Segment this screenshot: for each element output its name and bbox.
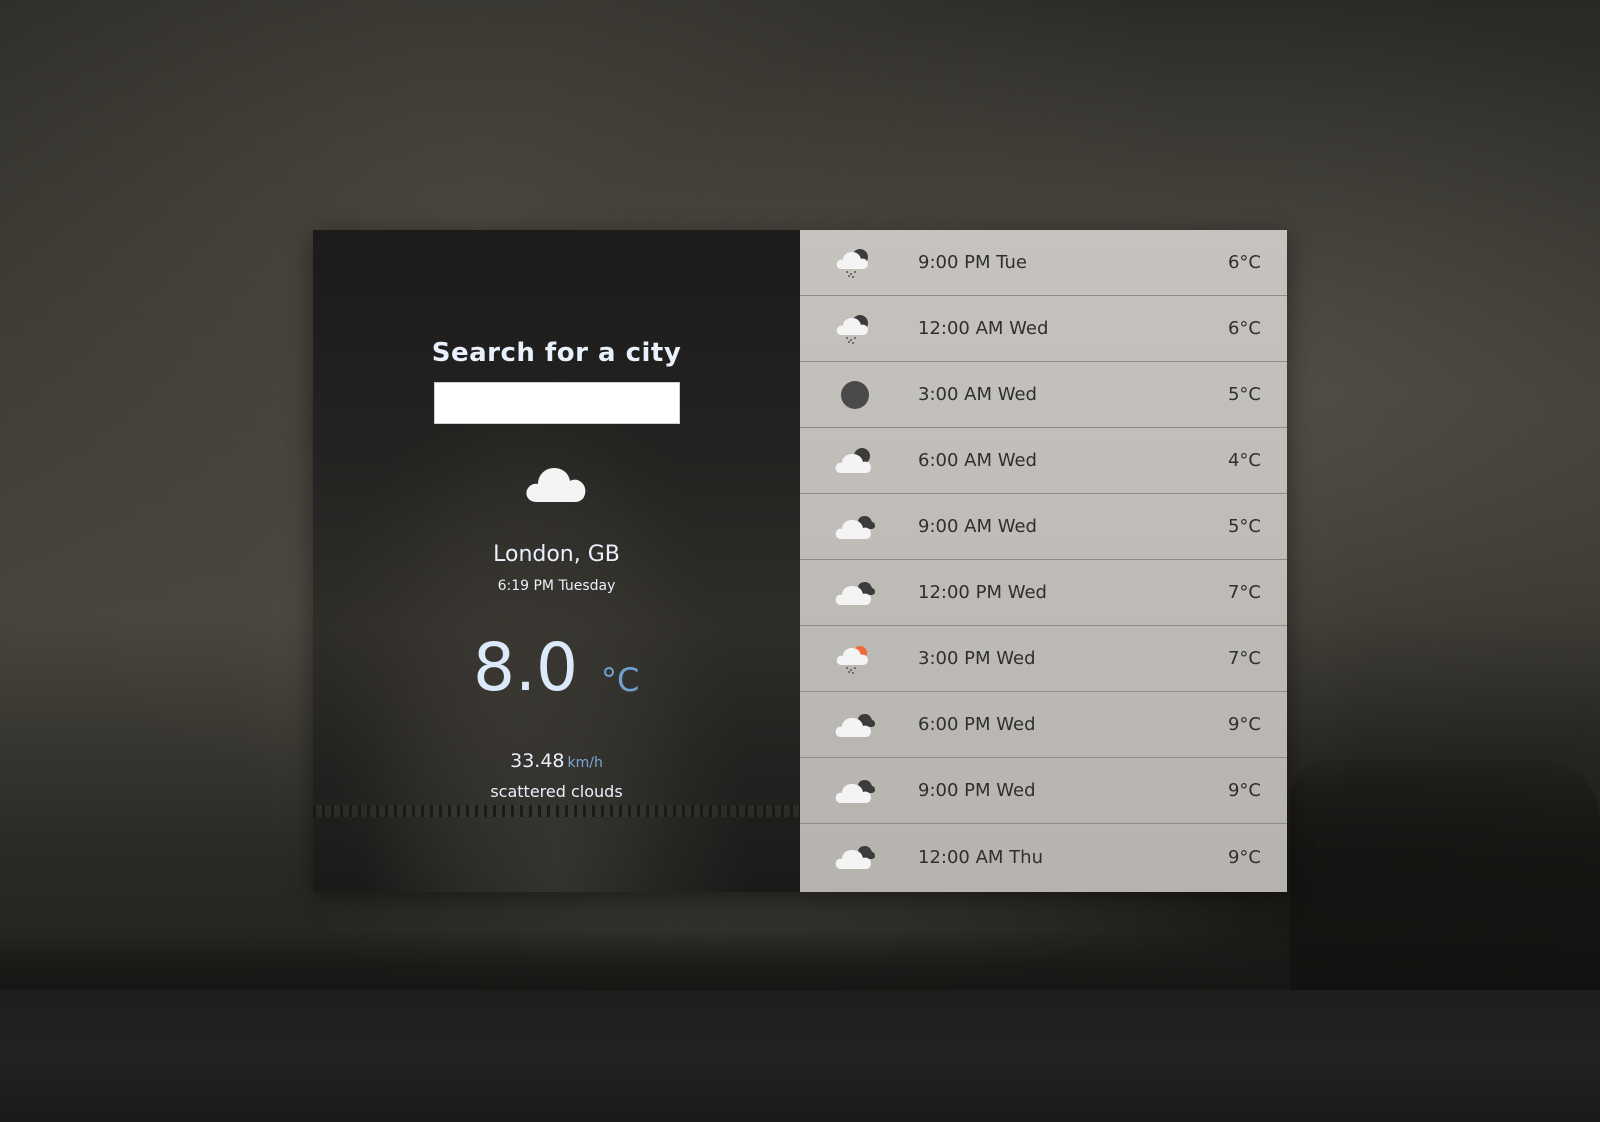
forecast-row: 6:00 PM Wed 9°C	[800, 692, 1287, 758]
forecast-row: 9:00 PM Wed 9°C	[800, 758, 1287, 824]
forecast-row: 9:00 PM Tue 6°C	[800, 230, 1287, 296]
broken-clouds-icon	[835, 713, 875, 737]
forecast-time: 9:00 PM Wed	[918, 780, 1036, 801]
forecast-row: 12:00 AM Wed 6°C	[800, 296, 1287, 362]
background-pier	[313, 805, 800, 817]
forecast-list: 9:00 PM Tue 6°C 12:00 AM Wed 6°C 3:00 AM…	[800, 230, 1287, 892]
forecast-time: 9:00 PM Tue	[918, 252, 1027, 273]
forecast-temp: 9°C	[1227, 780, 1261, 801]
forecast-temp: 5°C	[1227, 384, 1261, 405]
sun-rain-cloud-icon	[836, 645, 868, 674]
night-rain-cloud-icon	[836, 314, 868, 344]
forecast-time: 12:00 AM Thu	[918, 846, 1043, 868]
forecast-row: 3:00 PM Wed 7°C	[800, 626, 1287, 692]
forecast-time: 12:00 PM Wed	[918, 582, 1047, 603]
background-buildings	[1290, 760, 1600, 990]
wind-speed-unit: km/h	[567, 755, 603, 771]
forecast-row: 6:00 AM Wed 4°C	[800, 428, 1287, 494]
broken-clouds-icon	[835, 779, 875, 803]
forecast-row: 12:00 PM Wed 7°C	[800, 560, 1287, 626]
forecast-temp: 4°C	[1227, 450, 1261, 471]
wind-speed-value: 33.48	[510, 750, 565, 772]
city-search-input[interactable]	[434, 382, 680, 424]
forecast-time: 12:00 AM Wed	[918, 318, 1049, 339]
forecast-row: 9:00 AM Wed 5°C	[800, 494, 1287, 560]
forecast-temp: 6°C	[1227, 252, 1261, 273]
broken-clouds-icon	[835, 846, 875, 869]
current-weather-panel: Search for a city London, GB 6:19 PM Tue…	[313, 230, 800, 892]
wind-speed: 33.48 km/h	[313, 750, 800, 772]
moon-icon	[841, 380, 869, 409]
forecast-temp: 5°C	[1227, 516, 1261, 537]
weather-app: Search for a city London, GB 6:19 PM Tue…	[313, 230, 1287, 892]
night-cloud-icon	[835, 447, 871, 473]
forecast-row: 3:00 AM Wed 5°C	[800, 362, 1287, 428]
night-rain-cloud-icon	[836, 248, 868, 278]
forecast-time: 3:00 AM Wed	[918, 384, 1037, 405]
local-datetime: 6:19 PM Tuesday	[497, 578, 616, 594]
weather-description: scattered clouds	[490, 782, 623, 801]
cloud-icon	[526, 468, 586, 502]
forecast-temp: 9°C	[1227, 714, 1261, 735]
broken-clouds-icon	[835, 581, 875, 605]
background-beach	[0, 990, 1600, 1122]
city-name: London, GB	[493, 542, 620, 567]
forecast-temp: 7°C	[1227, 648, 1261, 669]
forecast-time: 3:00 PM Wed	[918, 648, 1036, 669]
temperature-unit-toggle[interactable]: °C	[601, 658, 639, 702]
forecast-temp: 6°C	[1227, 318, 1261, 339]
temperature-display: 8.0 °C	[313, 628, 800, 718]
forecast-time: 9:00 AM Wed	[918, 516, 1037, 537]
temperature-value: 8.0	[473, 629, 578, 706]
broken-clouds-icon	[835, 515, 875, 539]
search-title: Search for a city	[431, 338, 682, 368]
forecast-temp: 9°C	[1227, 846, 1261, 868]
forecast-time: 6:00 PM Wed	[918, 714, 1036, 735]
forecast-temp: 7°C	[1227, 582, 1261, 603]
forecast-row: 12:00 AM Thu 9°C	[800, 824, 1287, 890]
forecast-time: 6:00 AM Wed	[918, 450, 1037, 471]
